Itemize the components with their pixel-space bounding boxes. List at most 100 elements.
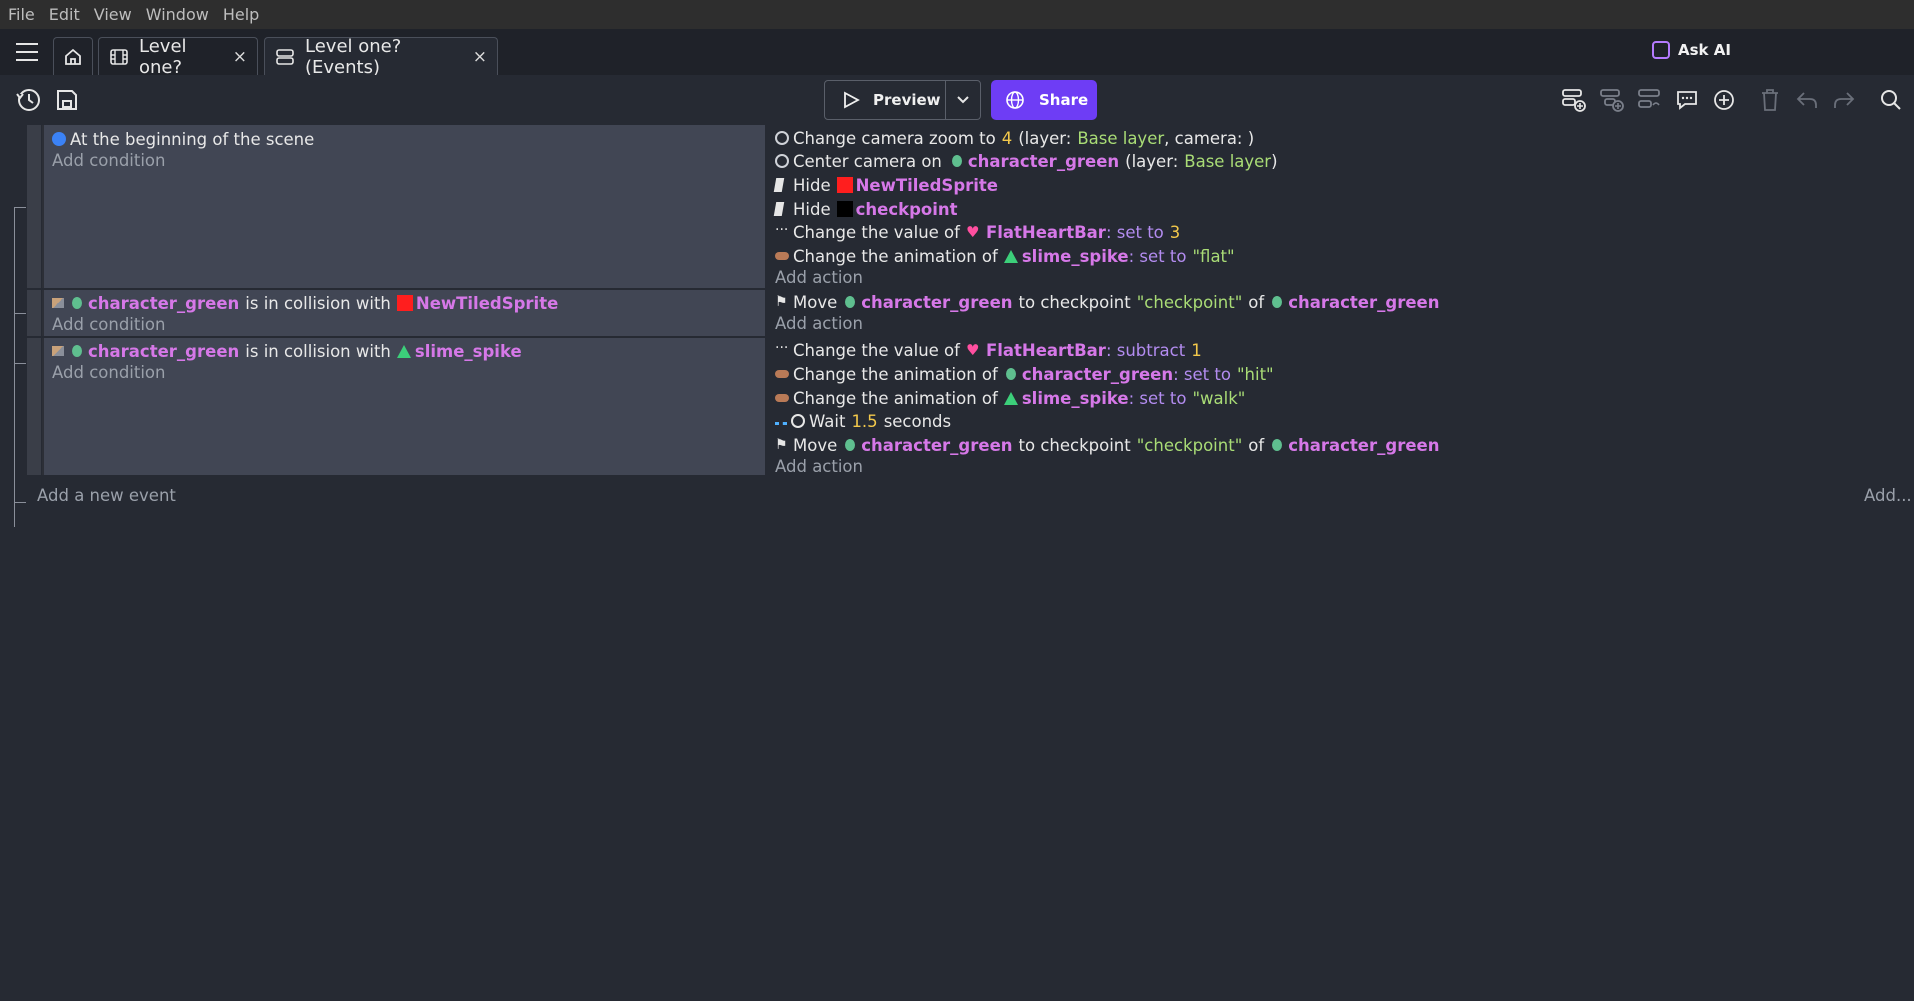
- tab-label: Level one?: [139, 35, 187, 78]
- ask-ai-button[interactable]: Ask AI: [1652, 41, 1731, 59]
- play-icon: [844, 91, 860, 109]
- event-3[interactable]: character_green is in collision with sli…: [27, 338, 1914, 477]
- add-new-event-link[interactable]: Add a new event: [37, 484, 176, 506]
- comment-icon[interactable]: [1672, 85, 1702, 115]
- actions-panel[interactable]: Change camera zoom to 4 (layer: Base lay…: [767, 125, 1914, 288]
- add-event-icon[interactable]: [1559, 85, 1589, 115]
- tree-line: [14, 412, 15, 502]
- condition-row[interactable]: character_green is in collision with New…: [52, 292, 558, 314]
- action-row[interactable]: ··· Change the value of ♥ FlatHeartBar :…: [775, 339, 1202, 361]
- slime-spike-icon: [396, 344, 411, 358]
- menu-bar: File Edit View Window Help: [0, 0, 1914, 29]
- film-icon: [109, 47, 129, 67]
- preview-button[interactable]: Preview: [824, 80, 946, 120]
- character-green-icon: [1272, 439, 1283, 451]
- action-row[interactable]: Change the animation of slime_spike : se…: [775, 387, 1245, 409]
- globe-icon: [1006, 91, 1024, 109]
- redo-icon[interactable]: [1829, 85, 1859, 115]
- action-row[interactable]: Hide checkpoint: [773, 198, 958, 220]
- menu-view[interactable]: View: [94, 5, 132, 24]
- add-subevent-icon[interactable]: [1597, 85, 1627, 115]
- timer-icon: [791, 414, 805, 428]
- action-row[interactable]: Change the animation of slime_spike : se…: [775, 245, 1235, 267]
- action-row[interactable]: ⚑ Move character_green to checkpoint "ch…: [775, 291, 1439, 313]
- add-menu-button[interactable]: Add...: [1864, 484, 1912, 506]
- visibility-icon: [773, 178, 785, 192]
- add-action-link[interactable]: Add action: [775, 312, 863, 334]
- scene-globe-icon: [52, 132, 66, 146]
- menu-edit[interactable]: Edit: [49, 5, 80, 24]
- close-icon[interactable]: ×: [233, 47, 247, 67]
- conditions-panel[interactable]: character_green is in collision with sli…: [42, 338, 765, 475]
- action-row[interactable]: Hide NewTiledSprite: [773, 174, 998, 196]
- toolbar: Preview Share: [0, 75, 1914, 125]
- action-row[interactable]: Change the animation of character_green …: [775, 363, 1274, 385]
- events-sheet-icon: [275, 47, 295, 67]
- search-icon[interactable]: [1876, 85, 1906, 115]
- character-green-icon: [1005, 368, 1016, 380]
- animation-icon: [775, 252, 789, 260]
- menu-window[interactable]: Window: [146, 5, 209, 24]
- conditions-panel[interactable]: character_green is in collision with New…: [42, 290, 765, 336]
- preview-label: Preview: [873, 91, 941, 109]
- conditions-panel[interactable]: At the beginning of the scene Add condit…: [42, 125, 765, 288]
- async-icon: [775, 417, 787, 425]
- add-circle-icon[interactable]: [1709, 85, 1739, 115]
- actions-panel[interactable]: ··· Change the value of ♥ FlatHeartBar :…: [767, 338, 1914, 477]
- camera-icon: [775, 131, 789, 145]
- event-1[interactable]: At the beginning of the scene Add condit…: [27, 125, 1914, 288]
- event-handle[interactable]: [27, 290, 41, 336]
- tiled-sprite-thumbnail: [836, 177, 853, 193]
- event-2[interactable]: character_green is in collision with New…: [27, 290, 1914, 336]
- tiled-sprite-thumbnail: [396, 295, 413, 311]
- slime-spike-icon: [1003, 249, 1018, 263]
- action-row[interactable]: ··· Change the value of ♥ FlatHeartBar :…: [775, 221, 1180, 243]
- tree-line: [14, 502, 26, 503]
- tree-line: [14, 207, 15, 412]
- tab-bar: Level one? × Level one? (Events) × Ask A…: [0, 29, 1914, 78]
- slime-spike-icon: [1003, 391, 1018, 405]
- menu-help[interactable]: Help: [223, 5, 259, 24]
- history-icon[interactable]: [14, 85, 44, 115]
- visibility-icon: [773, 202, 785, 216]
- share-label: Share: [1039, 91, 1089, 109]
- actions-panel[interactable]: ⚑ Move character_green to checkpoint "ch…: [767, 290, 1914, 336]
- undo-icon[interactable]: [1792, 85, 1822, 115]
- delete-icon[interactable]: [1755, 85, 1785, 115]
- condition-row[interactable]: At the beginning of the scene: [52, 128, 314, 150]
- share-button[interactable]: Share: [991, 80, 1097, 120]
- close-icon[interactable]: ×: [473, 47, 487, 67]
- condition-row[interactable]: character_green is in collision with sli…: [52, 340, 522, 362]
- home-tab[interactable]: [53, 37, 93, 75]
- animation-icon: [775, 394, 789, 402]
- tree-line: [14, 363, 26, 364]
- ask-ai-label: Ask AI: [1678, 41, 1731, 59]
- action-row[interactable]: Change camera zoom to 4 (layer: Base lay…: [775, 127, 1254, 149]
- tab-events[interactable]: Level one? (Events) ×: [264, 36, 498, 78]
- add-action-link[interactable]: Add action: [775, 266, 863, 288]
- event-handle[interactable]: [27, 125, 41, 288]
- add-condition-link[interactable]: Add condition: [52, 361, 165, 383]
- action-row[interactable]: ⚑ Move character_green to checkpoint "ch…: [775, 434, 1439, 456]
- character-green-icon: [1272, 296, 1283, 308]
- add-condition-link[interactable]: Add condition: [52, 149, 165, 171]
- heart-icon: ♥: [965, 341, 980, 359]
- animation-icon: [775, 370, 789, 378]
- menu-file[interactable]: File: [8, 5, 35, 24]
- character-green-icon: [845, 439, 856, 451]
- tab-scene[interactable]: Level one? ×: [98, 35, 258, 78]
- preview-dropdown-button[interactable]: [945, 80, 981, 120]
- more-dots-icon: ···: [775, 340, 789, 356]
- more-dots-icon: ···: [775, 222, 789, 238]
- action-row[interactable]: Wait 1.5 seconds: [775, 410, 951, 432]
- action-row[interactable]: Center camera on character_green (layer:…: [775, 150, 1278, 172]
- events-sheet: At the beginning of the scene Add condit…: [0, 125, 1914, 1001]
- save-icon[interactable]: [52, 85, 82, 115]
- tree-line: [14, 502, 15, 527]
- add-action-link[interactable]: Add action: [775, 455, 863, 477]
- add-other-event-icon[interactable]: [1635, 85, 1665, 115]
- checkpoint-thumbnail: [836, 201, 853, 217]
- add-condition-link[interactable]: Add condition: [52, 313, 165, 335]
- hamburger-menu-icon[interactable]: [16, 43, 38, 61]
- event-handle[interactable]: [27, 338, 41, 475]
